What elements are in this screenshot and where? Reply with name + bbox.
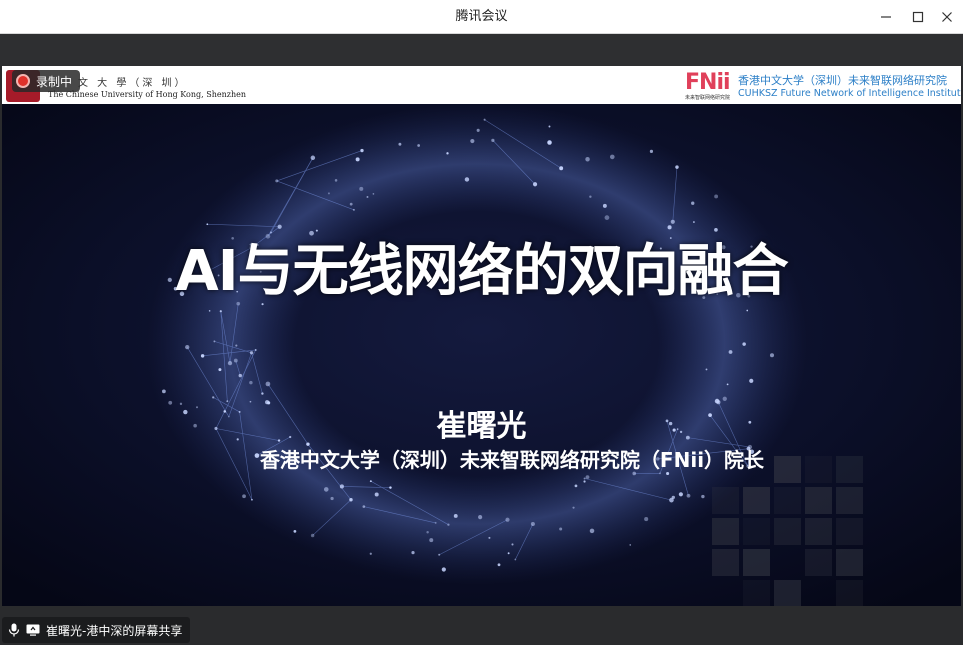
cuhk-name-cn: 文 大 學（深 圳） xyxy=(78,78,188,89)
window-title-bar: 腾讯会议 xyxy=(0,0,963,34)
minimize-button[interactable] xyxy=(870,0,902,33)
close-icon xyxy=(942,11,952,22)
meeting-toolbar-strip xyxy=(0,34,963,66)
shared-screen-slide: 文 大 學（深 圳） The Chinese University of Hon… xyxy=(2,66,961,606)
recording-label: 录制中 xyxy=(36,74,73,89)
fnii-name-en: CUHKSZ Future Network of Intelligence In… xyxy=(738,88,961,99)
fnii-logo-letters: FNii xyxy=(685,70,731,95)
microphone-icon xyxy=(8,623,20,637)
presenter-affiliation: 香港中文大学（深圳）未来智联网络研究院（FNii）院长 xyxy=(259,448,765,472)
fnii-name-cn: 香港中文大学（深圳）未来智联网络研究院 xyxy=(738,74,947,87)
recording-indicator[interactable]: 录制中 xyxy=(12,70,81,92)
minimize-icon xyxy=(881,15,891,18)
screen-share-tag: 崔曙光-港中深的屏幕共享 xyxy=(2,617,191,643)
fnii-logo: FNii 未来智联网络研究院 xyxy=(685,70,733,101)
window-title: 腾讯会议 xyxy=(455,9,508,24)
maximize-button[interactable] xyxy=(902,0,934,33)
slide-header: 文 大 學（深 圳） The Chinese University of Hon… xyxy=(2,66,961,104)
screen-share-icon xyxy=(26,624,40,636)
record-icon xyxy=(16,74,30,88)
slide-title: AI与无线网络的双向融合 xyxy=(175,239,788,304)
network-ring-background xyxy=(2,104,961,606)
presenter-name: 崔曙光 xyxy=(436,409,527,444)
fnii-logo-subtext: 未来智联网络研究院 xyxy=(685,95,731,101)
screen-share-label: 崔曙光-港中深的屏幕共享 xyxy=(46,623,183,638)
maximize-icon xyxy=(912,11,924,22)
close-button[interactable] xyxy=(931,0,963,33)
